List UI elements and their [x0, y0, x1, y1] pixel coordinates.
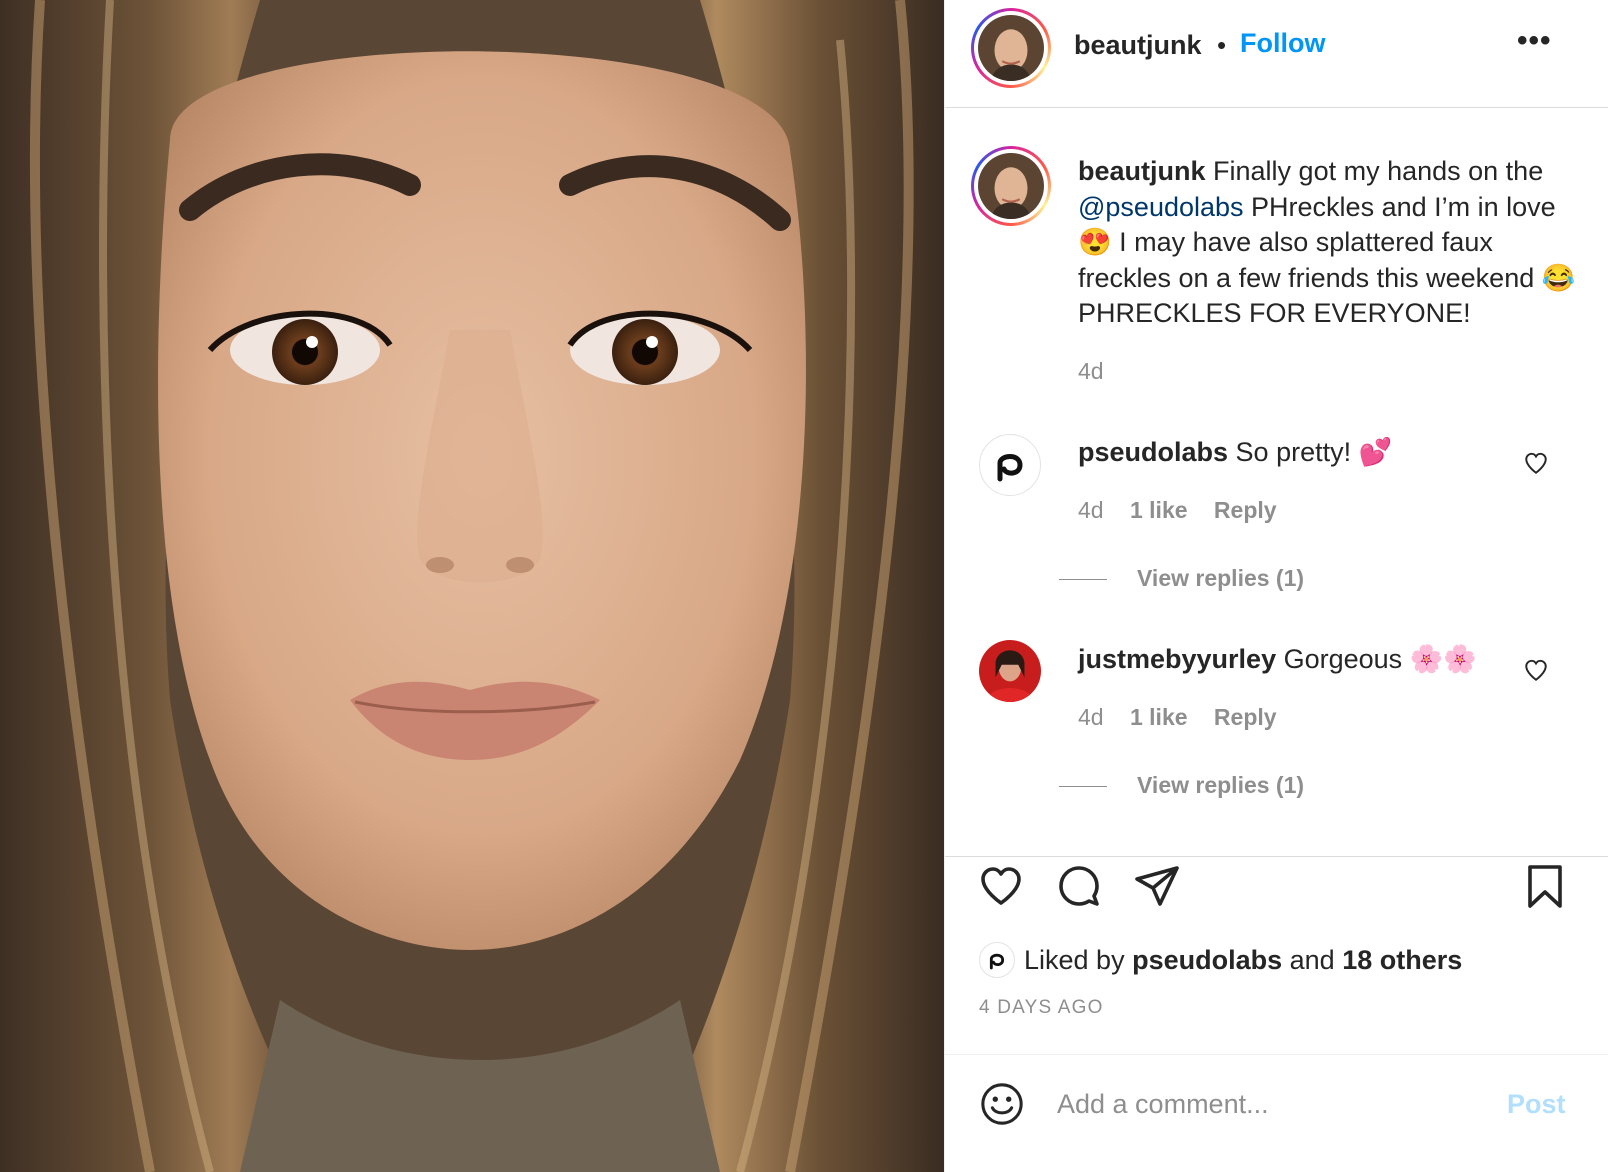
caption-username[interactable]: beautjunk: [1078, 156, 1206, 186]
caption-age[interactable]: 4d: [1078, 358, 1104, 385]
liked-by-avatar[interactable]: [979, 942, 1015, 978]
actions-divider: [945, 856, 1608, 858]
comment-avatar-pseudolabs[interactable]: [979, 434, 1041, 496]
comment-avatar-justmebyyurley[interactable]: [979, 640, 1041, 702]
post-header: beautjunk • Follow •••: [945, 0, 1608, 108]
comment-composer: Post: [945, 1054, 1608, 1172]
liked-by-middle: and: [1289, 945, 1335, 975]
comment-body: justmebyyurley Gorgeous 🌸🌸: [1078, 643, 1477, 675]
replies-divider-line: [1059, 786, 1107, 788]
post-photo[interactable]: [0, 0, 944, 1172]
author-username[interactable]: beautjunk: [1074, 30, 1202, 61]
view-replies-label: View replies (1): [1137, 565, 1305, 591]
paper-plane-icon[interactable]: [1133, 862, 1181, 910]
laughing-emoji: 😂: [1541, 262, 1576, 293]
comment-age[interactable]: 4d: [1078, 704, 1104, 730]
caption-text-4: PHRECKLES FOR EVERYONE!: [1078, 298, 1471, 328]
caption-text-3: I may have also splattered faux freckles…: [1078, 227, 1535, 293]
liked-by-text: Liked by pseudolabs and 18 others: [1024, 945, 1462, 976]
comment-likes-count[interactable]: 1 like: [1130, 704, 1188, 730]
two-hearts-emoji: 💕: [1358, 437, 1393, 467]
post-caption: beautjunk Finally got my hands on the @p…: [1078, 154, 1588, 332]
liked-by-others[interactable]: 18 others: [1342, 945, 1462, 975]
reply-button[interactable]: Reply: [1214, 704, 1277, 730]
separator-dot: •: [1217, 30, 1227, 60]
caption-text-1: Finally got my hands on the: [1213, 156, 1544, 186]
comment-like-heart-icon[interactable]: [1523, 450, 1549, 476]
post-side-panel: beautjunk • Follow ••• beautjunk Finally…: [944, 0, 1608, 1172]
smiley-icon[interactable]: [979, 1081, 1025, 1127]
heart-icon[interactable]: [977, 862, 1025, 910]
comment-text: So pretty!: [1235, 437, 1352, 467]
caption-mention-link[interactable]: @pseudolabs: [1078, 192, 1244, 222]
more-horizontal-icon[interactable]: •••: [1517, 24, 1552, 58]
caption-avatar[interactable]: [971, 146, 1051, 226]
comment-username[interactable]: justmebyyurley: [1078, 644, 1276, 674]
reply-button[interactable]: Reply: [1214, 497, 1277, 523]
comment-age[interactable]: 4d: [1078, 497, 1104, 523]
comment-likes-count[interactable]: 1 like: [1130, 497, 1188, 523]
view-replies-label: View replies (1): [1137, 772, 1305, 798]
follow-button[interactable]: Follow: [1240, 28, 1325, 59]
view-replies-button[interactable]: View replies (1): [1059, 565, 1304, 592]
replies-divider-line: [1059, 579, 1107, 581]
comment-text: Gorgeous: [1283, 644, 1403, 674]
comment-meta: 4d 1 like Reply: [1078, 704, 1297, 731]
comment-username[interactable]: pseudolabs: [1078, 437, 1228, 467]
liked-by-prefix: Liked by: [1024, 945, 1125, 975]
comment-body: pseudolabs So pretty! 💕: [1078, 436, 1392, 468]
heart-eyes-emoji: 😍: [1078, 227, 1112, 257]
comment-input[interactable]: [1055, 1077, 1489, 1131]
cherry-blossom-emoji: 🌸🌸: [1409, 644, 1477, 674]
liked-by-user[interactable]: pseudolabs: [1132, 945, 1282, 975]
comment-bubble-icon[interactable]: [1055, 862, 1103, 910]
author-avatar[interactable]: [971, 8, 1051, 88]
view-replies-button[interactable]: View replies (1): [1059, 772, 1304, 799]
comment-like-heart-icon[interactable]: [1523, 657, 1549, 683]
caption-text-2: PHreckles and I’m in love: [1251, 191, 1556, 222]
post-date[interactable]: 4 DAYS AGO: [979, 997, 1104, 1019]
bookmark-icon[interactable]: [1521, 862, 1569, 910]
comment-meta: 4d 1 like Reply: [1078, 497, 1297, 524]
post-comment-button[interactable]: Post: [1507, 1089, 1566, 1120]
